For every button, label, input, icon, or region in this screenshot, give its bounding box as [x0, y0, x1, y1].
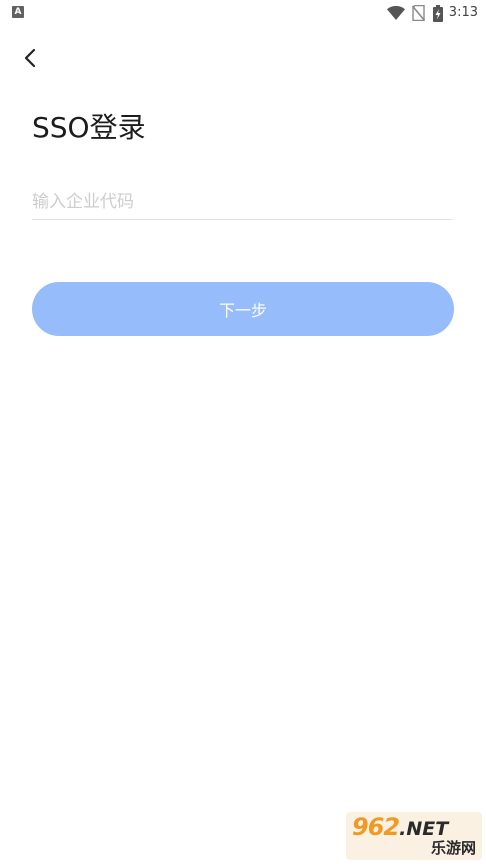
notification-app-icon: A [12, 6, 24, 18]
back-button[interactable] [14, 42, 46, 74]
next-step-button[interactable]: 下一步 [32, 282, 454, 336]
watermark-logo: 962.NET [352, 814, 448, 842]
watermark-number: 962 [352, 813, 400, 841]
wifi-icon [386, 6, 405, 20]
page-title: SSO登录 [32, 111, 146, 144]
battery-charging-icon [432, 4, 443, 22]
status-time: 3:13 [448, 5, 478, 20]
status-icons: 3:13 [386, 3, 478, 23]
chevron-left-icon [24, 48, 36, 68]
company-code-input[interactable] [32, 184, 453, 219]
status-bar: A 3:13 [0, 0, 486, 26]
site-watermark: 962.NET 乐游网 [346, 812, 482, 860]
watermark-net: .NET [399, 818, 449, 840]
no-sim-icon [411, 5, 425, 21]
company-code-field [32, 184, 453, 220]
watermark-subtitle: 乐游网 [430, 839, 476, 857]
